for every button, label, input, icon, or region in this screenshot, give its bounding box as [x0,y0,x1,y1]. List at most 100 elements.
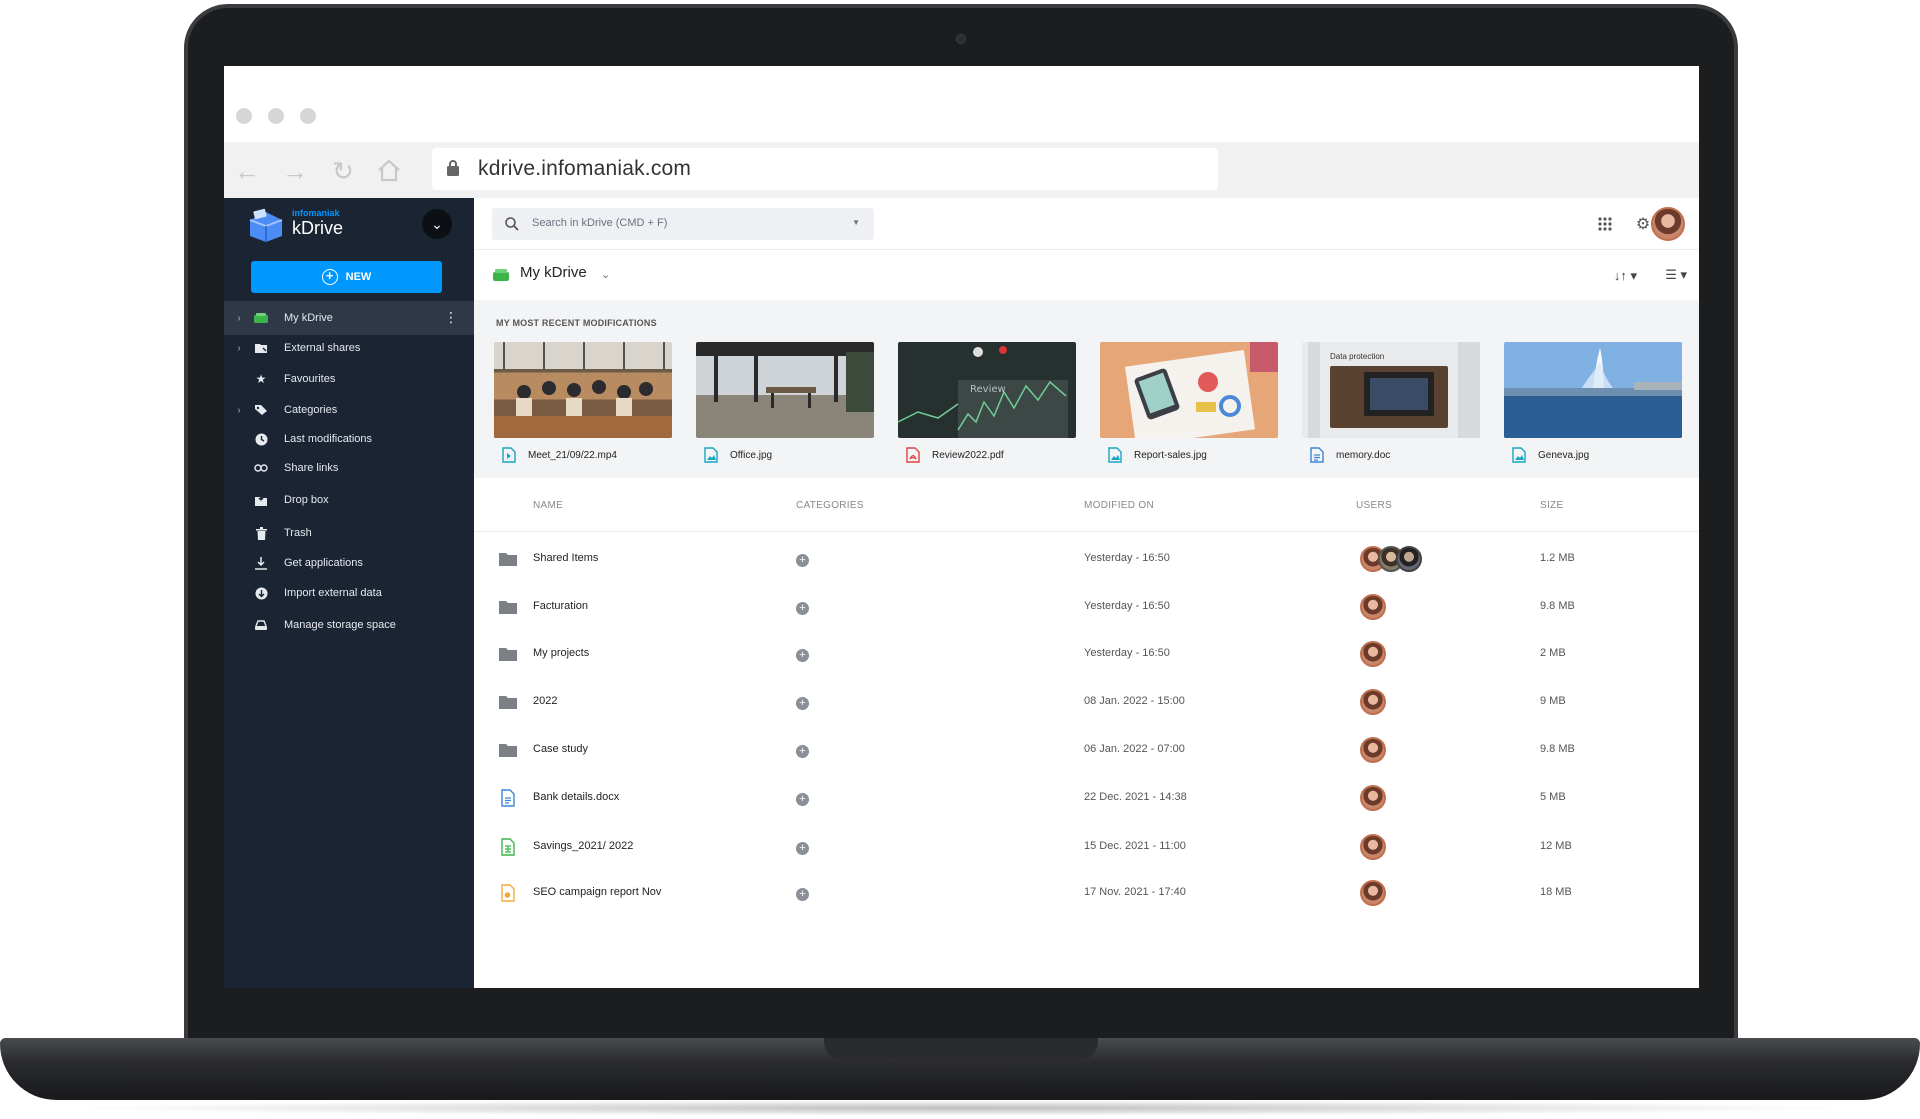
sidebar-item-share-links[interactable]: Share links [224,451,474,485]
folder-icon [499,744,517,757]
add-category-icon[interactable]: + [796,649,809,662]
search-input[interactable]: Search in kDrive (CMD + F) ▼ [492,208,874,240]
clock-icon [250,431,272,447]
file-name: My projects [533,647,590,659]
chevron-right-icon[interactable]: › [230,343,248,354]
add-category-icon[interactable]: + [796,697,809,710]
table-row[interactable]: Savings_2021/ 2022 + 15 Dec. 2021 - 11:0… [474,824,1699,872]
sort-icon[interactable]: ↓↑ ▾ [1614,268,1637,284]
add-category-icon[interactable]: + [796,602,809,615]
recent-thumbnail[interactable] [494,342,672,438]
recent-file-label[interactable]: Review2022.pdf [898,446,1004,464]
column-header-size[interactable]: SIZE [1540,500,1563,511]
url-text: kdrive.infomaniak.com [478,157,692,180]
recent-file-name: Geneva.jpg [1538,449,1590,461]
sidebar-item-drop-box[interactable]: Drop box [224,483,474,517]
file-name: Shared Items [533,552,599,564]
recent-thumbnail[interactable]: Data protection [1302,342,1480,438]
modified-date: Yesterday - 16:50 [1084,647,1170,659]
user-avatar[interactable] [1360,785,1386,811]
table-row[interactable]: Bank details.docx + 22 Dec. 2021 - 14:38… [474,775,1699,823]
recent-file-label[interactable]: Office.jpg [696,446,772,464]
drive-icon [250,310,272,326]
table-row[interactable]: Case study + 06 Jan. 2022 - 07:00 9.8 MB [474,727,1699,775]
column-header-users[interactable]: USERS [1356,500,1392,511]
user-avatar[interactable] [1360,641,1386,667]
folder-icon [499,696,517,709]
table-row[interactable]: Facturation + Yesterday - 16:50 9.8 MB [474,584,1699,632]
user-avatar[interactable] [1360,594,1386,620]
page-title[interactable]: My kDrive [520,264,587,281]
main-content: Search in kDrive (CMD + F) ▼ ⚙ My kDrive… [474,198,1699,988]
forward-arrow-icon[interactable]: → [280,156,310,186]
recent-file-label[interactable]: Report-sales.jpg [1100,446,1207,464]
column-header-name[interactable]: NAME [533,500,563,511]
sidebar-item-get-applications[interactable]: Get applications [224,546,474,580]
file-size: 18 MB [1540,886,1572,898]
modified-date: Yesterday - 16:50 [1084,600,1170,612]
user-avatar[interactable] [1360,689,1386,715]
window-minimize-button[interactable] [268,108,284,124]
drive-switcher-button[interactable]: ⌄ [422,209,452,239]
window-maximize-button[interactable] [300,108,316,124]
table-row[interactable]: 2022 + 08 Jan. 2022 - 15:00 9 MB [474,679,1699,727]
document-file-icon [501,789,515,807]
add-category-icon[interactable]: + [796,888,809,901]
user-avatar[interactable] [1360,880,1386,906]
file-name: Savings_2021/ 2022 [533,840,634,852]
recent-thumbnail[interactable]: Review [898,342,1076,438]
list-view-icon[interactable]: ☰ ▾ [1665,267,1687,283]
sidebar-item-trash[interactable]: Trash [224,516,474,550]
back-arrow-icon[interactable]: ← [232,156,262,186]
new-button[interactable]: + NEW [251,261,442,293]
recent-file-label[interactable]: Meet_21/09/22.mp4 [494,446,617,464]
recent-thumbnail[interactable] [1100,342,1278,438]
file-name: Bank details.docx [533,791,620,803]
recent-file-name: Meet_21/09/22.mp4 [528,449,617,461]
user-avatar[interactable] [1396,546,1422,572]
modified-date: 17 Nov. 2021 - 17:40 [1084,886,1186,898]
trash-icon [250,525,272,541]
sidebar-item-manage-storage[interactable]: Manage storage space [224,608,474,642]
user-avatar[interactable] [1360,834,1386,860]
sidebar-item-external-shares[interactable]: › External shares [224,331,474,365]
recent-file-name: Review2022.pdf [932,449,1004,461]
file-size: 9.8 MB [1540,743,1575,755]
import-icon [250,585,272,601]
modified-date: 22 Dec. 2021 - 14:38 [1084,791,1187,803]
column-header-categories[interactable]: CATEGORIES [796,500,864,511]
recent-thumbnail[interactable] [1504,342,1682,438]
apps-grid-icon[interactable] [1593,212,1617,236]
recent-file-label[interactable]: Geneva.jpg [1504,446,1589,464]
sidebar-item-my-kdrive[interactable]: › My kDrive ⋮ [224,301,474,335]
column-header-modified[interactable]: MODIFIED ON [1084,500,1154,511]
add-category-icon[interactable]: + [796,745,809,758]
home-icon[interactable] [374,156,404,186]
recent-file-label[interactable]: memory.doc [1302,446,1390,464]
brand-company: infomaniak [292,208,340,218]
chevron-right-icon[interactable]: › [230,405,248,416]
modified-date: 08 Jan. 2022 - 15:00 [1084,695,1185,707]
recent-thumbnail[interactable] [696,342,874,438]
sidebar-item-import-external-data[interactable]: Import external data [224,576,474,610]
address-bar[interactable]: kdrive.infomaniak.com [432,148,1218,190]
reload-icon[interactable]: ↻ [328,156,358,186]
add-category-icon[interactable]: + [796,554,809,567]
document-file-icon [1310,447,1324,463]
window-close-button[interactable] [236,108,252,124]
user-avatar[interactable] [1360,737,1386,763]
sidebar-item-favourites[interactable]: ★ Favourites [224,362,474,396]
table-row[interactable]: My projects + Yesterday - 16:50 2 MB [474,631,1699,679]
caret-down-icon[interactable]: ▼ [852,218,860,227]
download-icon [250,555,272,571]
user-avatar[interactable] [1651,207,1685,241]
add-category-icon[interactable]: + [796,842,809,855]
more-options-icon[interactable]: ⋮ [444,310,458,324]
table-row[interactable]: SEO campaign report Nov + 17 Nov. 2021 -… [474,870,1699,918]
table-row[interactable]: Shared Items + Yesterday - 16:50 1.2 MB [474,536,1699,584]
sidebar-item-label: Categories [284,404,338,416]
chevron-down-icon[interactable]: ⌄ [601,268,610,281]
file-name: SEO campaign report Nov [533,886,662,898]
add-category-icon[interactable]: + [796,793,809,806]
chevron-right-icon[interactable]: › [230,313,248,324]
